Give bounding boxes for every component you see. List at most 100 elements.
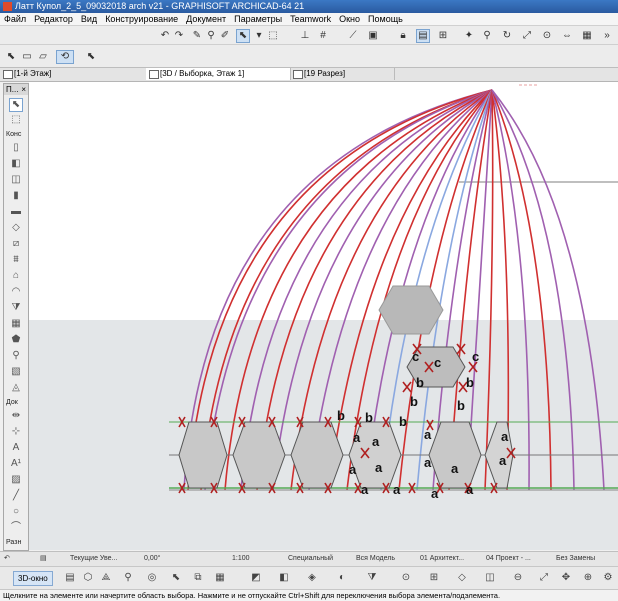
settings-icon[interactable]: ⚙ xyxy=(602,572,614,584)
menu-file[interactable]: Файл xyxy=(4,14,26,24)
railing-tool[interactable]: ⩩ xyxy=(10,254,22,266)
slab-tool[interactable]: ◇ xyxy=(10,222,22,234)
floor-icon[interactable]: ▤ xyxy=(40,552,47,566)
orbit-tool-icon[interactable]: ◎ xyxy=(146,572,158,584)
tab-floor-plan[interactable]: [1-й Этаж] xyxy=(0,68,147,80)
magic-wand-icon[interactable]: ✦ xyxy=(462,29,476,43)
marquee-tool[interactable]: ⬚ xyxy=(10,114,22,126)
fit-window-icon[interactable]: ⤢ xyxy=(520,29,534,43)
walk-icon[interactable]: ⚲ xyxy=(122,572,134,584)
arrow-tool-icon[interactable]: ⬉ xyxy=(236,29,250,43)
menu-window[interactable]: Окно xyxy=(339,14,360,24)
object-tool[interactable]: ⚲ xyxy=(10,350,22,362)
layer-set-select[interactable]: Специальный xyxy=(288,552,333,566)
layer-toggle-icon[interactable]: ◫ xyxy=(484,572,496,584)
pan-icon[interactable]: ✥ xyxy=(560,572,572,584)
zoom-out-icon[interactable]: ⊖ xyxy=(512,572,524,584)
column-tool[interactable]: ▮ xyxy=(10,190,22,202)
zoom-in-icon[interactable]: ⊕ xyxy=(582,572,594,584)
menu-design[interactable]: Конструирование xyxy=(105,14,178,24)
pen-set-select[interactable]: 01 Архитект... xyxy=(420,552,464,566)
fill-tool[interactable]: ▨ xyxy=(10,474,22,486)
grid-icon[interactable]: # xyxy=(316,29,330,43)
cut-plane-icon[interactable]: ◧ xyxy=(278,572,290,584)
close-icon[interactable]: × xyxy=(21,84,26,95)
filter-icon[interactable]: ⧩ xyxy=(366,572,378,584)
line-tool[interactable]: ╱ xyxy=(10,490,22,502)
grid-view-icon[interactable]: ⊞ xyxy=(428,572,440,584)
rect-select-icon[interactable]: ▭ xyxy=(20,50,34,64)
menu-edit[interactable]: Редактор xyxy=(34,14,73,24)
cursor-icon[interactable]: ⬉ xyxy=(170,572,182,584)
morph-tool[interactable]: ⬟ xyxy=(10,334,22,346)
menu-options[interactable]: Параметры xyxy=(234,14,282,24)
section-icon[interactable]: ▦ xyxy=(580,29,594,43)
inject-icon[interactable]: ✐ xyxy=(218,29,232,43)
pointer-icon[interactable]: ⬉ xyxy=(84,50,98,64)
poly-select-icon[interactable]: ▱ xyxy=(36,50,50,64)
measure-icon[interactable]: ⇔ xyxy=(560,29,574,43)
lock-icon[interactable]: 🔒︎ xyxy=(396,29,410,43)
mesh-tool[interactable]: ◬ xyxy=(10,382,22,394)
model-view-select[interactable]: Вся Модель xyxy=(356,552,395,566)
3d-viewport[interactable]: c c c b b b b b b b a a a a a a a a a a … xyxy=(29,82,618,550)
style-icon[interactable]: ◈ xyxy=(306,572,318,584)
snap-icon[interactable]: ⊥ xyxy=(298,29,312,43)
marquee-icon[interactable]: ⬚ xyxy=(266,29,280,43)
rotate-select-icon[interactable]: ⟲ xyxy=(56,50,74,64)
stair-tool[interactable]: ⧄ xyxy=(10,238,22,250)
eyedropper-icon[interactable]: ⚲ xyxy=(204,29,218,43)
shadow-icon[interactable]: ◐ xyxy=(336,572,348,584)
beam-tool[interactable]: ▬ xyxy=(10,206,22,218)
menu-view[interactable]: Вид xyxy=(81,14,97,24)
select-arrow-icon[interactable]: ⬉ xyxy=(4,50,18,64)
layer-combo-select[interactable]: Текущие Уве... xyxy=(70,552,117,566)
mark-icon[interactable]: ◇ xyxy=(456,572,468,584)
orbit-icon[interactable]: ⊙ xyxy=(540,29,554,43)
polyline-tool[interactable]: ⌒ xyxy=(10,522,22,534)
zone-tool[interactable]: ▧ xyxy=(10,366,22,378)
circle-tool[interactable]: ○ xyxy=(10,506,22,518)
undo-icon[interactable]: ↶ xyxy=(158,29,172,43)
arrow-dropdown-icon[interactable]: ▾ xyxy=(252,29,266,43)
fill-icon[interactable]: ◩ xyxy=(250,572,262,584)
tab-3d-view[interactable]: [3D / Выборка, Этаж 1] xyxy=(146,68,291,80)
suspend-groups-icon[interactable]: ▤ xyxy=(416,29,430,43)
cube-icon[interactable]: ⬡ xyxy=(82,572,94,584)
trace-icon[interactable]: ⊞ xyxy=(436,29,450,43)
zoom-icon[interactable]: ⚲ xyxy=(480,29,494,43)
guide-icon[interactable]: ⟋ xyxy=(346,29,360,43)
scale-select[interactable]: 1:100 xyxy=(232,552,250,566)
roof-tool[interactable]: ⌂ xyxy=(10,270,22,282)
tab-section[interactable]: [19 Разрез] xyxy=(290,68,395,80)
more-icon[interactable]: » xyxy=(600,29,614,43)
undo-small-icon[interactable]: ↶ xyxy=(4,552,10,566)
arrow-tool[interactable]: ⬉ xyxy=(9,98,23,112)
door-tool[interactable]: ◧ xyxy=(10,158,22,170)
menu-document[interactable]: Документ xyxy=(186,14,226,24)
3d-window-button[interactable]: 3D-окно xyxy=(13,571,53,586)
project-select[interactable]: 04 Проект - ... xyxy=(486,552,531,566)
text-tool[interactable]: A xyxy=(10,442,22,454)
render-icon[interactable]: ▦ xyxy=(214,572,226,584)
perspective-icon[interactable]: ⟁ xyxy=(100,572,112,584)
label-tool[interactable]: A¹ xyxy=(10,458,22,470)
angle-readout[interactable]: 0,00° xyxy=(144,552,160,566)
zoom-fit-icon[interactable]: ⤢ xyxy=(538,572,550,584)
menu-teamwork[interactable]: Teamwork xyxy=(290,14,331,24)
curtain-wall-tool[interactable]: ▦ xyxy=(10,318,22,330)
rotate-view-icon[interactable]: ↻ xyxy=(500,29,514,43)
pick-up-icon[interactable]: ✎ xyxy=(190,29,204,43)
skylight-tool[interactable]: ⧩ xyxy=(10,302,22,314)
redo-icon[interactable]: ↷ xyxy=(172,29,186,43)
level-dimension-tool[interactable]: ⊹ xyxy=(10,426,22,438)
wall-tool[interactable]: ▯ xyxy=(10,142,22,154)
dimension-tool[interactable]: ⇹ xyxy=(10,410,22,422)
section-box-icon[interactable]: ⧉ xyxy=(192,572,204,584)
window-tool[interactable]: ◫ xyxy=(10,174,22,186)
camera-icon[interactable]: ⊙ xyxy=(400,572,412,584)
menu-help[interactable]: Помощь xyxy=(368,14,403,24)
layers-icon[interactable]: ▤ xyxy=(64,572,76,584)
override-select[interactable]: Без Замены xyxy=(556,552,595,566)
layer-icon[interactable]: ▣ xyxy=(366,29,380,43)
